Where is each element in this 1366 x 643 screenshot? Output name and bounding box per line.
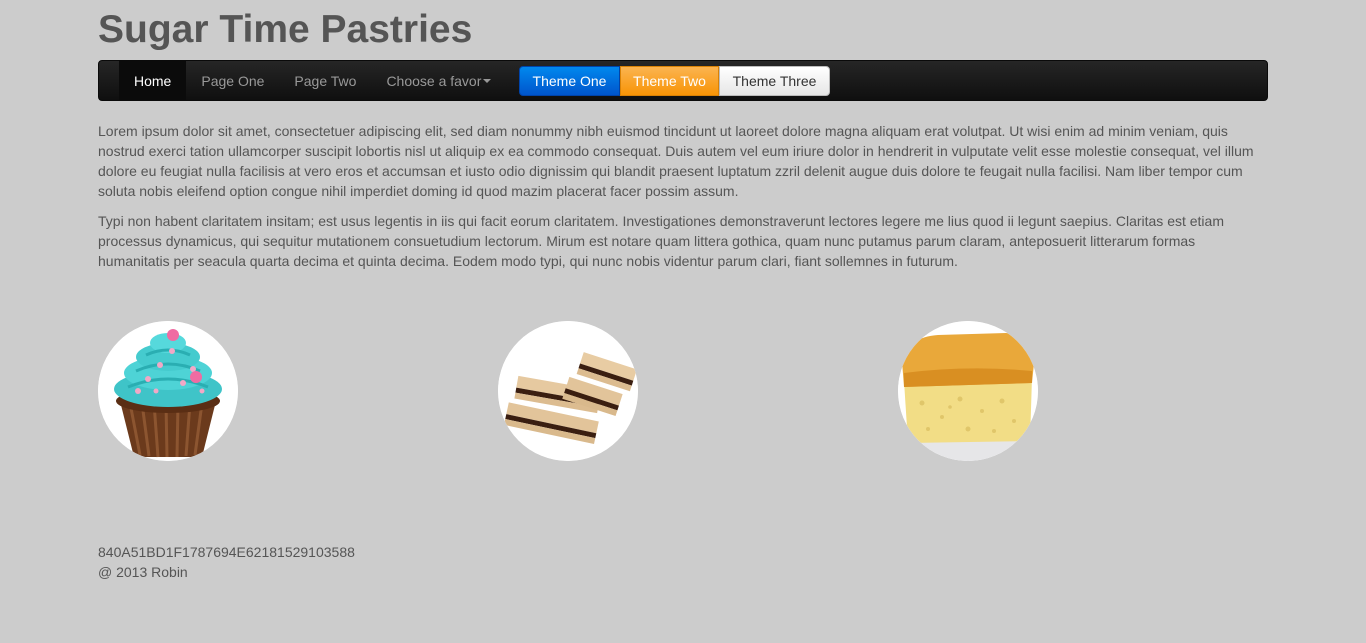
pastry-gallery — [98, 321, 1268, 461]
footer: 840A51BD1F1787694E62181529103588 @ 2013 … — [98, 542, 1268, 582]
footer-copyright: @ 2013 Robin — [98, 564, 188, 580]
theme-three-button[interactable]: Theme Three — [719, 66, 830, 96]
second-paragraph: Typi non habent claritatem insitam; est … — [98, 213, 1224, 269]
nav-item-label: Page One — [201, 72, 265, 89]
dropdown-choose-favor[interactable]: Choose a favor — [371, 61, 506, 100]
nav-item-page-one[interactable]: Page One — [186, 61, 279, 100]
wafer-image — [498, 321, 638, 461]
nav-item-home[interactable]: Home — [119, 61, 187, 100]
caret-down-icon — [483, 78, 492, 83]
footer-hash: 840A51BD1F1787694E62181529103588 — [98, 544, 355, 560]
theme-one-button[interactable]: Theme One — [519, 66, 620, 96]
site-title: Sugar Time Pastries — [98, 8, 473, 51]
theme-two-button[interactable]: Theme Two — [620, 66, 719, 96]
main-content: Lorem ipsum dolor sit amet, consectetuer… — [98, 101, 1268, 271]
nav-menu: Home Page One Page Two Choose a favor — [119, 61, 506, 100]
navbar: Home Page One Page Two Choose a favor Th… — [98, 60, 1268, 101]
page-container: Sugar Time Pastries Home Page One Page T… — [98, 0, 1268, 582]
nav-item-label: Page Two — [294, 72, 357, 89]
theme-button-group: Theme One Theme Two Theme Three — [519, 66, 830, 96]
nav-item-page-two[interactable]: Page Two — [279, 61, 371, 100]
nav-item-label: Choose a favor — [386, 72, 482, 89]
cupcake-icon — [98, 321, 238, 461]
cake-image — [898, 321, 1038, 461]
sponge-cake-icon — [898, 321, 1038, 461]
intro-paragraph: Lorem ipsum dolor sit amet, consectetuer… — [98, 123, 1254, 199]
cupcake-image — [98, 321, 238, 461]
nav-item-label: Home — [134, 72, 172, 89]
wafer-icon — [498, 321, 638, 461]
